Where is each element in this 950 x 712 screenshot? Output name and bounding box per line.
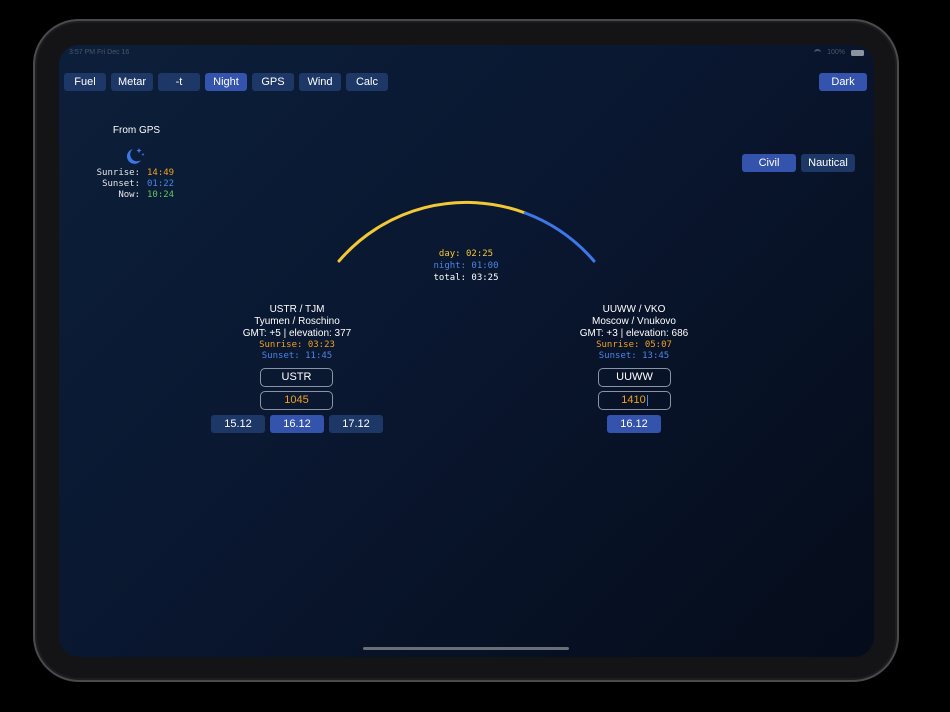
departure-time-input[interactable]: 1045 [260, 391, 333, 410]
status-time: 3:57 PM Fri Dec 16 [69, 49, 130, 56]
departure-date-17-12[interactable]: 17.12 [329, 415, 383, 433]
arrival-info: UUWW / VKO Moscow / Vnukovo GMT: +3 | el… [534, 304, 734, 362]
moon-stars-icon [126, 148, 145, 164]
departure-date-16-12[interactable]: 16.12 [270, 415, 324, 433]
departure-sunrise: Sunrise: 03:23 [259, 340, 335, 350]
nautical-twilight-button[interactable]: Nautical [801, 154, 855, 172]
app-screen: 3:57 PM Fri Dec 16 100% Fuel Metar -t Ni… [59, 45, 874, 657]
text-cursor [646, 394, 648, 406]
departure-name: Tyumen / Roschino [254, 316, 340, 327]
tab-metar[interactable]: Metar [111, 73, 153, 91]
departure-info: USTR / TJM Tyumen / Roschino GMT: +5 | e… [197, 304, 397, 362]
battery-percent: 100% [827, 49, 845, 56]
arrival-icao-input[interactable]: UUWW [598, 368, 671, 387]
tab-calc[interactable]: Calc [346, 73, 388, 91]
gps-now-label: Now: [118, 190, 140, 200]
departure-code: USTR / TJM [269, 304, 325, 315]
arc-night-segment [523, 211, 596, 263]
gps-now-value: 10:24 [147, 190, 175, 200]
total-duration: total: 03:25 [433, 273, 499, 283]
gps-sunset-value: 01:22 [147, 179, 175, 189]
arrival-date-16-12[interactable]: 16.12 [607, 415, 661, 433]
departure-sunset: Sunset: 11:45 [261, 351, 333, 361]
tab-minus-t[interactable]: -t [158, 73, 200, 91]
gps-sunset-label: Sunset: [102, 179, 140, 189]
gps-sunrise-value: 14:49 [147, 168, 175, 178]
gps-title: From GPS [112, 125, 161, 136]
tab-night[interactable]: Night [205, 73, 247, 91]
wifi-icon [814, 49, 822, 56]
tab-gps[interactable]: GPS [252, 73, 294, 91]
arrival-code: UUWW / VKO [602, 304, 666, 315]
tab-fuel[interactable]: Fuel [64, 73, 106, 91]
civil-twilight-button[interactable]: Civil [742, 154, 796, 172]
departure-icao-input[interactable]: USTR [260, 368, 333, 387]
dark-mode-button[interactable]: Dark [819, 73, 867, 91]
night-duration: night: 01:00 [433, 261, 499, 271]
arrival-name: Moscow / Vnukovo [592, 316, 676, 327]
departure-date-15-12[interactable]: 15.12 [211, 415, 265, 433]
status-bar: 3:57 PM Fri Dec 16 100% [69, 47, 864, 59]
arrival-gmt-elevation: GMT: +3 | elevation: 686 [579, 328, 689, 339]
arrival-sunset: Sunset: 13:45 [598, 351, 670, 361]
battery-icon [851, 49, 864, 56]
day-duration: day: 02:25 [438, 249, 494, 259]
home-indicator[interactable] [363, 647, 569, 650]
arrival-sunrise: Sunrise: 05:07 [596, 340, 672, 350]
flight-durations: day: 02:25 night: 01:00 total: 03:25 [411, 248, 521, 284]
tab-wind[interactable]: Wind [299, 73, 341, 91]
arrival-time-value: 1410 [621, 394, 646, 406]
departure-gmt-elevation: GMT: +5 | elevation: 377 [242, 328, 352, 339]
arrival-time-input[interactable]: 1410 [598, 391, 671, 410]
gps-sun-times: Sunrise: 14:49 Sunset: 01:22 Now: 10:24 [93, 168, 174, 201]
status-indicators: 100% [814, 49, 864, 56]
gps-sunrise-label: Sunrise: [96, 168, 140, 178]
